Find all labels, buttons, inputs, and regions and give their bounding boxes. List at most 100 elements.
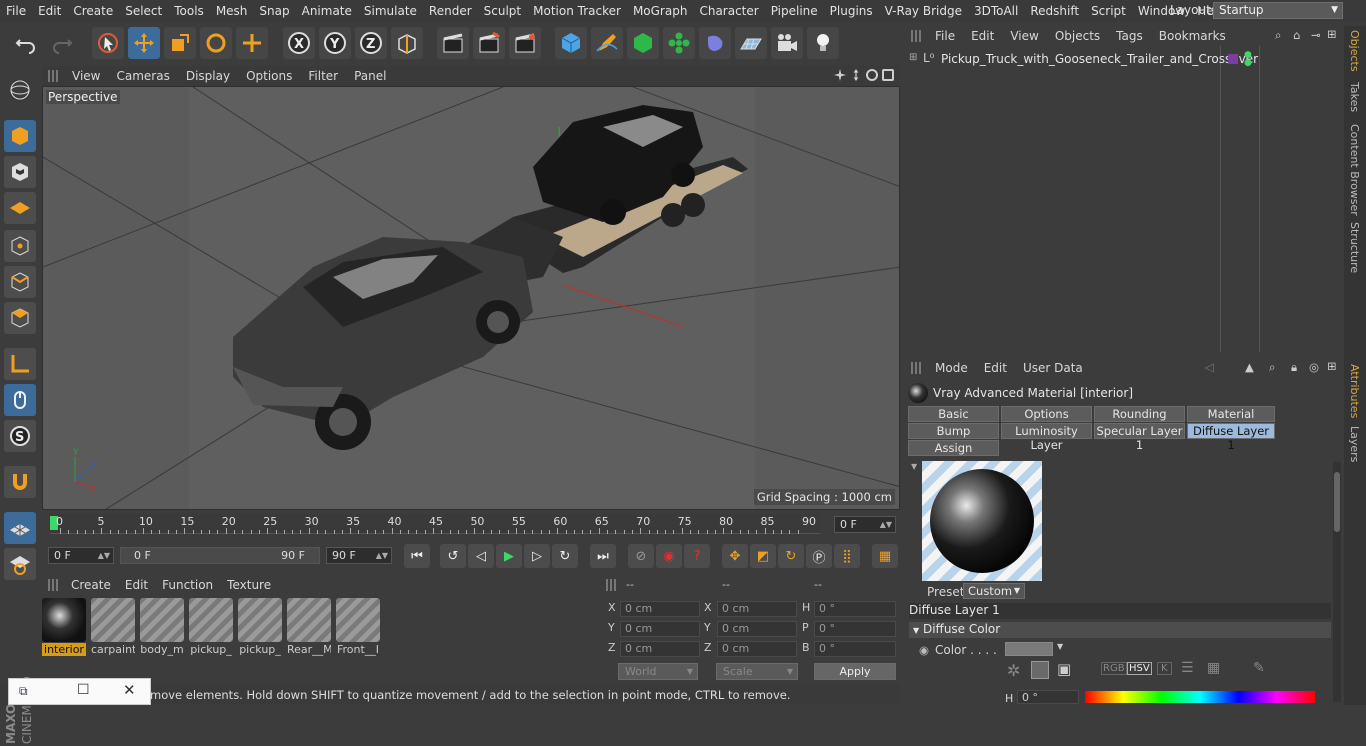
polygons-mode-button[interactable]: [4, 302, 36, 334]
tweak-mode-button[interactable]: [4, 384, 36, 416]
frame-range-slider[interactable]: 0 F 90 F: [120, 547, 320, 564]
render-picture-viewer-button[interactable]: [473, 27, 505, 59]
lock-icon[interactable]: 🔒︎: [1291, 360, 1297, 375]
next-key-button[interactable]: ↻: [552, 544, 578, 568]
next-frame-button[interactable]: ▷: [524, 544, 550, 568]
z-axis-button[interactable]: Z: [355, 27, 387, 59]
timeline-ruler[interactable]: 0 5 10 15 20 25 30 35 40 45 50 55 60 65 70 75 80 85 90 0 F…: [42, 512, 900, 536]
menu-file[interactable]: File: [0, 4, 32, 18]
key-rotation-button[interactable]: ↻: [778, 544, 804, 568]
light-button[interactable]: [807, 27, 839, 59]
position-x-field[interactable]: 0 cm: [620, 601, 700, 617]
solo-mode-button[interactable]: S: [4, 420, 36, 452]
tab-options[interactable]: Options: [1001, 406, 1092, 422]
image-icon[interactable]: ▣: [1057, 660, 1071, 678]
obj-menu-view[interactable]: View: [1002, 29, 1046, 43]
coordinate-space-select[interactable]: World ▼: [618, 663, 698, 680]
new-panel-icon[interactable]: ⊞: [1327, 27, 1337, 41]
size-mode-select[interactable]: Scale ▼: [716, 663, 798, 680]
move-view-icon[interactable]: [834, 69, 846, 81]
workplane-grid-button[interactable]: [4, 512, 36, 544]
menu-script[interactable]: Script: [1085, 4, 1132, 18]
previous-key-button[interactable]: ↺: [440, 544, 466, 568]
menu-edit[interactable]: Edit: [32, 4, 67, 18]
size-y-field[interactable]: 0 cm: [717, 621, 797, 637]
menu-mesh[interactable]: Mesh: [210, 4, 254, 18]
render-settings-button[interactable]: [509, 27, 541, 59]
attr-menu-mode[interactable]: Mode: [927, 361, 976, 375]
mat-menu-edit[interactable]: Edit: [118, 578, 155, 592]
expand-icon[interactable]: ⊞: [909, 52, 917, 63]
back-arrow-icon[interactable]: ◁: [1205, 360, 1214, 374]
menu-simulate[interactable]: Simulate: [358, 4, 423, 18]
object-row[interactable]: ⊞ L⁰ Pickup_Truck_with_Gooseneck_Trailer…: [909, 50, 1339, 70]
apply-button[interactable]: Apply: [814, 663, 896, 680]
key-pla-button[interactable]: ⣿: [834, 544, 860, 568]
vp-menu-display[interactable]: Display: [178, 69, 238, 83]
redo-button[interactable]: [46, 27, 78, 59]
eyedropper-icon[interactable]: ✎: [1253, 660, 1265, 676]
menu-redshift[interactable]: Redshift: [1024, 4, 1085, 18]
camera-button[interactable]: [771, 27, 803, 59]
up-arrow-icon[interactable]: ▲: [1245, 360, 1254, 374]
material-preview[interactable]: [922, 461, 1042, 581]
move-tool-button[interactable]: [128, 27, 160, 59]
timeline-window-button[interactable]: ▦: [872, 544, 898, 568]
side-tab-layers[interactable]: Layers: [1348, 426, 1361, 462]
side-tab-content-browser[interactable]: Content Browser: [1348, 124, 1361, 216]
tab-basic[interactable]: Basic: [908, 406, 999, 422]
scrollbar-thumb[interactable]: [1334, 472, 1340, 532]
cube-object-button[interactable]: [555, 27, 587, 59]
current-frame-field[interactable]: 0 F ▲▼: [834, 516, 896, 533]
go-to-start-button[interactable]: ⏮: [404, 544, 430, 568]
points-mode-button[interactable]: [4, 230, 36, 262]
subdivision-button[interactable]: [627, 27, 659, 59]
coordinate-system-button[interactable]: [391, 27, 423, 59]
mat-menu-function[interactable]: Function: [155, 578, 220, 592]
attr-menu-edit[interactable]: Edit: [976, 361, 1015, 375]
swatches-icon[interactable]: ▦: [1207, 660, 1220, 676]
end-frame-field[interactable]: 90 F ▲▼: [326, 547, 392, 564]
tab-assign[interactable]: Assign: [908, 440, 999, 456]
edges-mode-button[interactable]: [4, 266, 36, 298]
tab-rounding[interactable]: Rounding: [1094, 406, 1185, 422]
menu-vray-bridge[interactable]: V-Ray Bridge: [879, 4, 968, 18]
obj-menu-objects[interactable]: Objects: [1047, 29, 1108, 43]
material-item[interactable]: body_m: [140, 598, 184, 656]
previous-frame-button[interactable]: ◁: [468, 544, 494, 568]
workplane-mode-button[interactable]: [4, 192, 36, 224]
tab-diffuse-layer-1[interactable]: Diffuse Layer 1: [1187, 423, 1275, 452]
layer-color-icon[interactable]: [1228, 54, 1238, 64]
menu-select[interactable]: Select: [119, 4, 168, 18]
target-icon[interactable]: ◎: [1309, 360, 1319, 374]
rgb-mode-button[interactable]: RGB: [1101, 662, 1127, 675]
snap-button[interactable]: [4, 466, 36, 498]
color-wheel-icon[interactable]: ✲: [1007, 661, 1020, 680]
side-tab-takes[interactable]: Takes: [1348, 82, 1361, 112]
attribute-scrollbar[interactable]: [1333, 462, 1341, 702]
menu-tools[interactable]: Tools: [168, 4, 210, 18]
chevron-down-icon[interactable]: ▼: [1057, 642, 1063, 651]
position-z-field[interactable]: 0 cm: [620, 641, 700, 657]
go-to-end-button[interactable]: ⏭: [590, 544, 616, 568]
undo-button[interactable]: [10, 27, 42, 59]
render-view-button[interactable]: [437, 27, 469, 59]
material-item[interactable]: interior: [42, 598, 86, 656]
filter-icon[interactable]: ⊸: [1311, 28, 1321, 42]
key-position-button[interactable]: ✥: [722, 544, 748, 568]
make-editable-button[interactable]: [4, 74, 36, 106]
visibility-dots-icon[interactable]: ● ●: [1244, 51, 1252, 68]
spectrum-icon[interactable]: [1031, 661, 1049, 679]
object-name[interactable]: Pickup_Truck_with_Gooseneck_Trailer_and_…: [941, 52, 1258, 66]
menu-3dtoall[interactable]: 3DToAll: [968, 4, 1024, 18]
rotate-view-icon[interactable]: [866, 69, 878, 81]
vp-menu-cameras[interactable]: Cameras: [108, 69, 177, 83]
menu-animate[interactable]: Animate: [296, 4, 358, 18]
start-frame-field[interactable]: 0 F ▲▼: [48, 547, 114, 564]
position-y-field[interactable]: 0 cm: [620, 621, 700, 637]
scale-tool-button[interactable]: [164, 27, 196, 59]
rotation-p-field[interactable]: 0 °: [814, 621, 896, 637]
rotation-h-field[interactable]: 0 °: [814, 601, 896, 617]
preset-select[interactable]: Custom ▼: [963, 583, 1025, 599]
maximize-icon[interactable]: ☐: [77, 682, 90, 698]
